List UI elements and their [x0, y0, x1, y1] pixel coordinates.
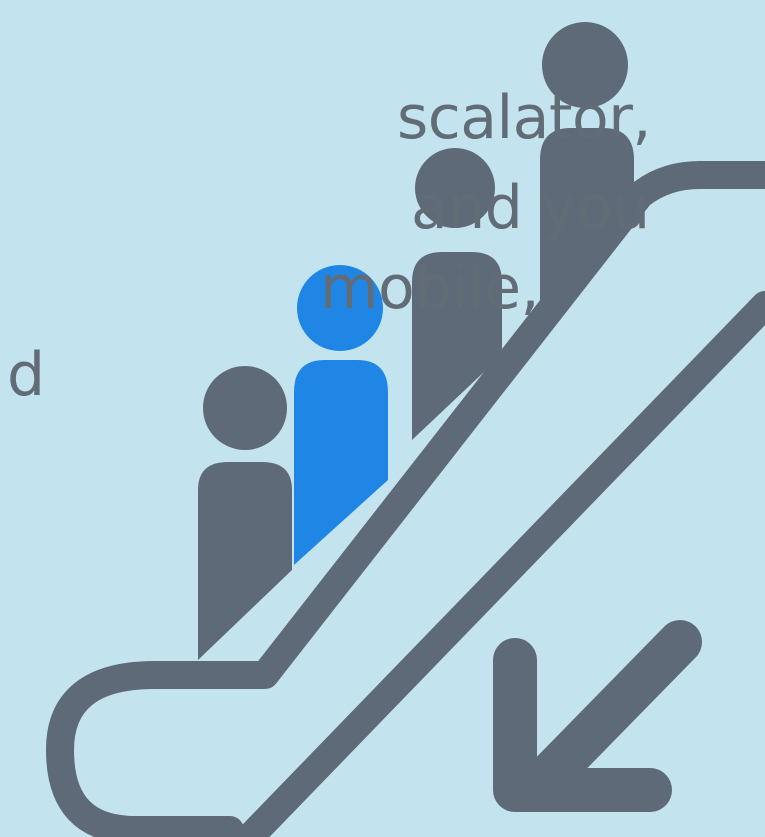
person-head: [415, 148, 495, 228]
person-head: [542, 22, 628, 108]
escalator-illustration: [0, 0, 765, 837]
escalator-people-icon: [0, 0, 765, 837]
person-head: [203, 366, 287, 450]
person-head-highlight: [297, 265, 383, 351]
